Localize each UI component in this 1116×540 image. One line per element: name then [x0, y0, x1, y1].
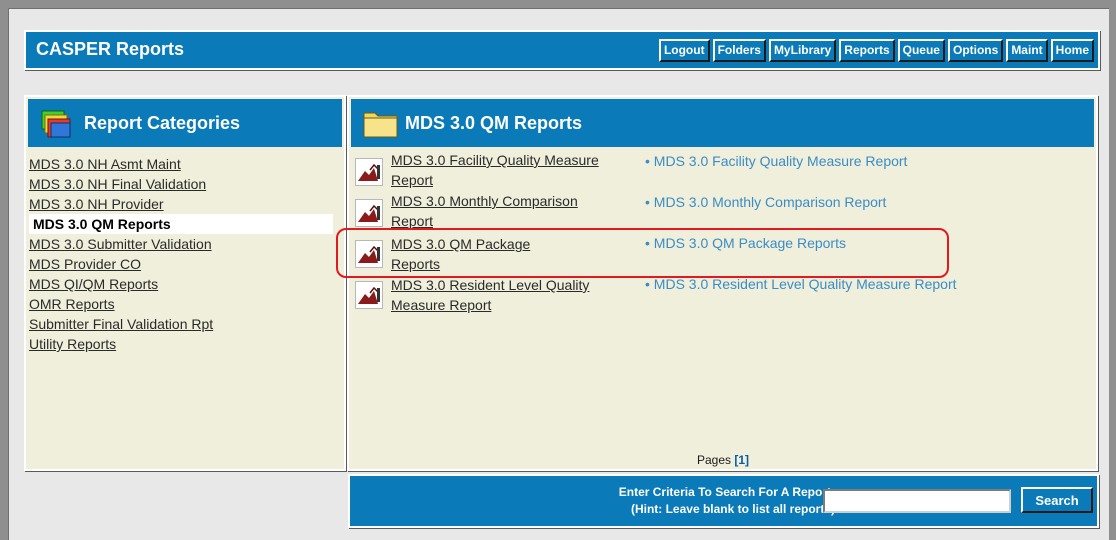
report-bullet-text: MDS 3.0 QM Package Reports [653, 235, 846, 251]
pagination: Pages [1] [697, 453, 749, 467]
report-link[interactable]: MDS 3.0 Resident Level Quality Measure R… [391, 275, 591, 315]
category-item[interactable]: MDS 3.0 NH Provider [29, 194, 333, 214]
search-label: Enter Criteria To Search For A Report: (… [619, 484, 835, 518]
report-bullet-text: MDS 3.0 Resident Level Quality Measure R… [653, 276, 957, 292]
queue-button[interactable]: Queue [897, 39, 945, 62]
search-input[interactable] [823, 489, 1011, 513]
report-chart-icon[interactable] [355, 158, 383, 186]
category-item[interactable]: Utility Reports [29, 334, 333, 354]
report-categories-panel: Report Categories MDS 3.0 NH Asmt Maint … [24, 95, 346, 471]
report-bullet-link[interactable]: • MDS 3.0 Facility Quality Measure Repor… [645, 153, 907, 169]
report-bullet-link[interactable]: • MDS 3.0 QM Package Reports [645, 235, 846, 251]
report-categories-title: Report Categories [84, 113, 241, 133]
reports-panel-header: MDS 3.0 QM Reports [351, 99, 1094, 147]
reports-button[interactable]: Reports [839, 39, 895, 62]
app-title: CASPER Reports [36, 39, 185, 59]
report-link[interactable]: MDS 3.0 Facility Quality Measure Report [391, 150, 623, 190]
category-item[interactable]: MDS 3.0 Submitter Validation [29, 234, 333, 254]
top-nav: Logout Folders MyLibrary Reports Queue O… [658, 39, 1094, 62]
category-item[interactable]: OMR Reports [29, 294, 333, 314]
report-bullet-link[interactable]: • MDS 3.0 Resident Level Quality Measure… [645, 276, 957, 292]
category-item[interactable]: MDS 3.0 NH Asmt Maint [29, 154, 333, 174]
report-bullet-link[interactable]: • MDS 3.0 Monthly Comparison Report [645, 194, 886, 210]
search-label-line1: Enter Criteria To Search For A Report: [618, 485, 835, 499]
folders-stack-icon [41, 110, 71, 138]
category-item[interactable]: MDS Provider CO [29, 254, 333, 274]
reports-panel-title: MDS 3.0 QM Reports [405, 113, 583, 133]
search-label-hint: (Hint: Leave blank to list all reports) [630, 502, 835, 516]
mylibrary-button[interactable]: MyLibrary [768, 39, 837, 62]
maint-button[interactable]: Maint [1006, 39, 1048, 62]
folder-icon [363, 112, 398, 138]
pages-label: Pages [697, 453, 732, 467]
folders-button[interactable]: Folders [712, 39, 766, 62]
category-item[interactable]: MDS QI/QM Reports [29, 274, 333, 294]
options-button[interactable]: Options [947, 39, 1004, 62]
report-bullet-text: MDS 3.0 Facility Quality Measure Report [653, 153, 908, 169]
home-button[interactable]: Home [1050, 39, 1094, 62]
report-chart-icon[interactable] [355, 240, 383, 268]
report-link[interactable]: MDS 3.0 Monthly Comparison Report [391, 191, 623, 229]
reports-panel: MDS 3.0 QM Reports MDS 3.0 Facility Qual… [347, 95, 1098, 471]
category-list: MDS 3.0 NH Asmt Maint MDS 3.0 NH Final V… [29, 154, 333, 354]
logout-button[interactable]: Logout [658, 39, 710, 62]
page-number-link[interactable]: [1] [734, 453, 749, 467]
report-bullet-text: MDS 3.0 Monthly Comparison Report [653, 194, 887, 210]
report-categories-header: Report Categories [28, 99, 342, 147]
report-chart-icon[interactable] [355, 281, 383, 309]
search-button[interactable]: Search [1021, 487, 1093, 513]
category-item[interactable]: Submitter Final Validation Rpt [29, 314, 333, 334]
report-chart-icon[interactable] [355, 199, 383, 227]
report-link[interactable]: MDS 3.0 QM Package Reports [391, 234, 561, 274]
app-header: CASPER Reports Logout Folders MyLibrary … [24, 30, 1100, 70]
category-item-active[interactable]: MDS 3.0 QM Reports [29, 214, 333, 234]
search-bar: Enter Criteria To Search For A Report: (… [348, 474, 1099, 528]
category-item[interactable]: MDS 3.0 NH Final Validation [29, 174, 333, 194]
